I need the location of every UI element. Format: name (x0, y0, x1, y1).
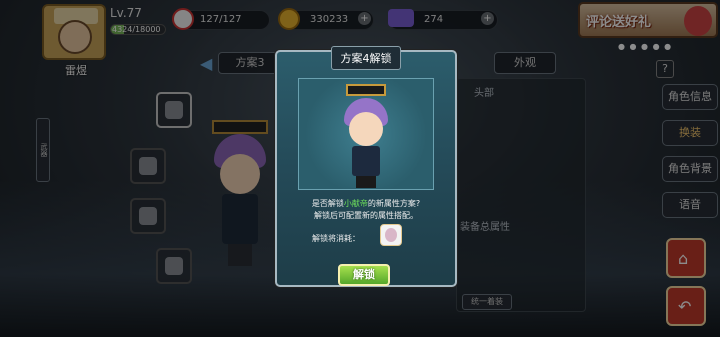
modal-title: 方案4解锁 (340, 52, 392, 65)
preview-character (338, 84, 394, 188)
msg-line2: 解锁后可配置新的属性搭配。 (314, 211, 418, 220)
cost-label: 解锁将消耗： (312, 234, 360, 243)
preview-hat (346, 84, 386, 96)
unlock-message: 是否解锁小献帝的新属性方案? 解锁后可配置新的属性搭配。 (282, 198, 450, 222)
preview-body (352, 146, 380, 176)
msg-prefix: 是否解锁 (311, 199, 344, 208)
msg-suffix: 的新属性方案? (367, 199, 421, 208)
unlock-button[interactable]: 解锁 (338, 264, 390, 286)
cost-item-icon (385, 228, 397, 242)
preview-face (349, 112, 383, 146)
preview-legs (356, 176, 376, 188)
msg-highlight: 小献帝 (343, 199, 368, 208)
cost-item[interactable] (380, 224, 402, 246)
